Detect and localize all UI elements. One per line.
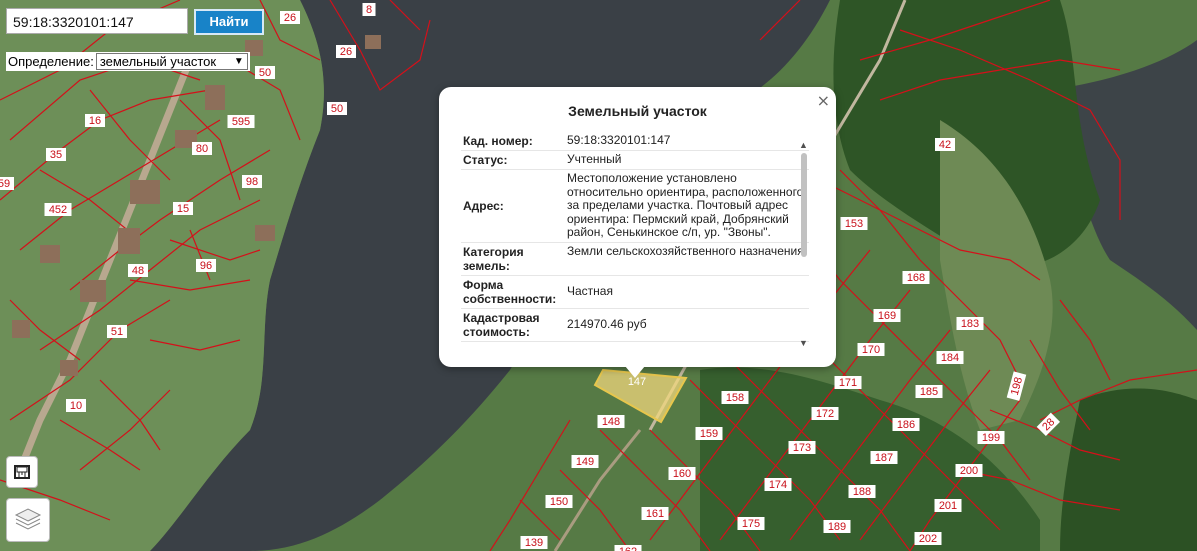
table-row: Кадастровая стоимость: 214970.46 руб xyxy=(461,309,809,342)
parcel-number-label: 170 xyxy=(862,344,880,356)
popup-scrollbar[interactable]: ▲ ▼ xyxy=(798,140,810,350)
parcel-number-label: 150 xyxy=(550,496,568,508)
parcel-number-label: 50 xyxy=(331,103,343,115)
parcel-number-label: 189 xyxy=(828,521,846,533)
popup-title: Земельный участок xyxy=(568,103,707,119)
parcel-number-label: 184 xyxy=(941,352,959,364)
parcel-number-label: 185 xyxy=(920,386,938,398)
parcel-number-label: 595 xyxy=(232,116,250,128)
popup-pointer xyxy=(625,366,645,378)
definition-row: Определение: земельный участок ▼ xyxy=(6,52,250,71)
parcel-number-label: 452 xyxy=(49,204,67,216)
parcel-number-label: 188 xyxy=(853,486,871,498)
parcel-number-label: 153 xyxy=(845,218,863,230)
row-key: Кад. номер: xyxy=(463,134,533,148)
row-key: Форма собственности: xyxy=(463,277,557,306)
parcel-number-label: 26 xyxy=(340,46,352,58)
ruler-button[interactable] xyxy=(6,456,38,488)
parcel-number-label: 175 xyxy=(742,518,760,530)
row-key: Кадастровая стоимость: xyxy=(463,310,540,339)
parcel-number-label: 161 xyxy=(646,508,664,520)
search-button[interactable]: Найти xyxy=(194,9,264,35)
definition-select[interactable]: земельный участок ▼ xyxy=(95,53,248,70)
row-value: Частная xyxy=(567,284,613,299)
table-row: Форма собственности: Частная xyxy=(461,276,809,309)
parcel-number-label: 139 xyxy=(525,537,543,549)
table-row: Статус: Учтенный xyxy=(461,151,809,170)
table-row: Категория земель: Земли сельскохозяйстве… xyxy=(461,243,809,276)
parcel-number-label: 16 xyxy=(89,115,101,127)
parcel-number-label: 183 xyxy=(961,318,979,330)
table-row: Адрес: Местоположение установлено относи… xyxy=(461,170,809,243)
parcel-number-label: 202 xyxy=(919,533,937,545)
layers-icon xyxy=(14,508,42,530)
parcel-number-label: 158 xyxy=(726,392,744,404)
parcel-number-label: 15 xyxy=(177,203,189,215)
row-value: Местоположение установлено относительно … xyxy=(567,171,804,240)
search-box: 59:18:3320101:147 Найти xyxy=(6,8,264,38)
parcel-number-label: 200 xyxy=(960,465,978,477)
parcel-number-label: 173 xyxy=(793,442,811,454)
parcel-number-label: 59 xyxy=(0,178,10,190)
parcel-number-label: 149 xyxy=(576,456,594,468)
parcel-number-label: 160 xyxy=(673,468,691,480)
parcel-number-label: 98 xyxy=(246,176,258,188)
parcel-number-label: 168 xyxy=(907,272,925,284)
parcel-number-label: 96 xyxy=(200,260,212,272)
row-value: Учтенный xyxy=(567,152,622,166)
row-key: Статус: xyxy=(463,153,508,167)
parcel-number-label: 169 xyxy=(878,310,896,322)
parcel-number-label: 159 xyxy=(700,428,718,440)
scrollbar-thumb[interactable] xyxy=(801,153,807,257)
chevron-down-icon: ▼ xyxy=(233,56,244,67)
parcel-number-label: 174 xyxy=(769,479,787,491)
definition-label: Определение: xyxy=(8,54,94,69)
parcel-number-label: 26 xyxy=(284,12,296,24)
cadastral-search-input[interactable]: 59:18:3320101:147 xyxy=(6,8,188,34)
parcel-number-label: 162 xyxy=(619,546,637,551)
forest-area-east xyxy=(1060,388,1197,551)
parcel-info-table[interactable]: Кад. номер: 59:18:3320101:147 Статус: Уч… xyxy=(461,132,809,354)
parcel-number-label: 172 xyxy=(816,408,834,420)
row-key: Адрес: xyxy=(463,198,504,213)
table-row: Кад. номер: 59:18:3320101:147 xyxy=(461,132,809,151)
parcel-number-label: 199 xyxy=(982,432,1000,444)
parcel-number-label: 51 xyxy=(111,326,123,338)
parcel-info-popup: × Земельный участок Кад. номер: 59:18:33… xyxy=(439,87,836,367)
parcel-number-label: 35 xyxy=(50,149,62,161)
parcel-number-label: 186 xyxy=(897,419,915,431)
definition-selected-value: земельный участок xyxy=(99,54,217,69)
layers-button[interactable] xyxy=(6,498,50,542)
parcel-number-label: 80 xyxy=(196,143,208,155)
row-key: Категория земель: xyxy=(463,244,524,273)
row-value: 214970.46 руб xyxy=(567,317,647,332)
scroll-down-arrow-icon[interactable]: ▼ xyxy=(799,338,808,348)
parcel-number-label: 50 xyxy=(259,67,271,79)
parcel-number-label: 187 xyxy=(875,452,893,464)
parcel-number-label: 48 xyxy=(132,265,144,277)
ruler-icon xyxy=(14,465,30,479)
parcel-number-label: 10 xyxy=(70,400,82,412)
parcel-number-label: 171 xyxy=(839,377,857,389)
parcel-number-label: 201 xyxy=(939,500,957,512)
scroll-up-arrow-icon[interactable]: ▲ xyxy=(799,140,808,150)
row-value: Земли сельскохозяйственного назначения xyxy=(567,243,804,258)
parcel-number-label: 42 xyxy=(939,139,951,151)
parcel-number-label: 8 xyxy=(366,4,372,16)
row-value: 59:18:3320101:147 xyxy=(567,133,671,147)
parcel-number-label: 148 xyxy=(602,416,620,428)
